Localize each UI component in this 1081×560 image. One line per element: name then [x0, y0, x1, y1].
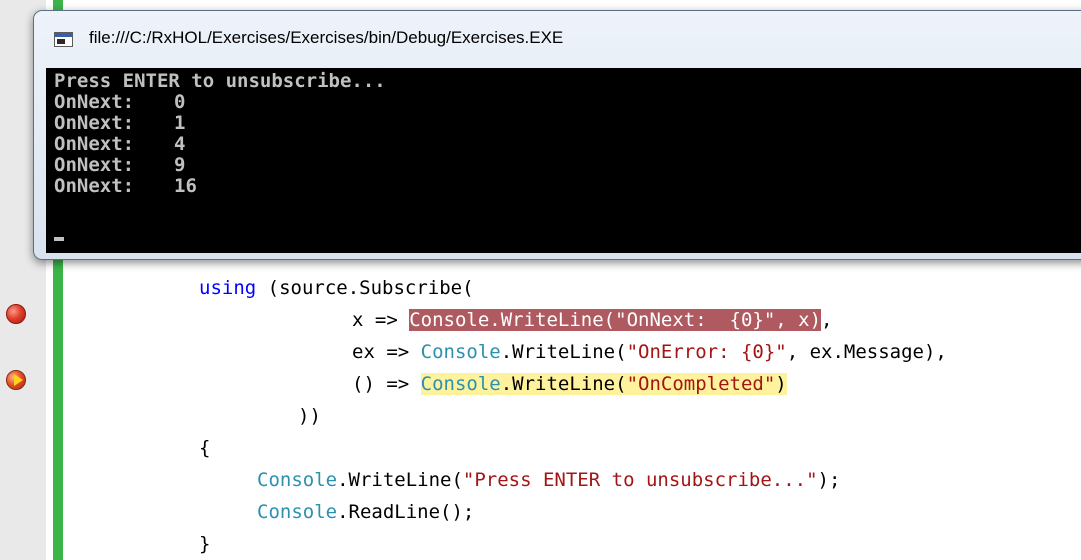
code-line[interactable]: Console.WriteLine("Press ENTER to unsubs…: [257, 464, 840, 496]
console-window-icon[interactable]: [54, 32, 73, 47]
current-statement-highlight: Console.WriteLine("OnCompleted"): [420, 373, 787, 395]
code-line[interactable]: {: [199, 432, 210, 464]
code-line[interactable]: Console.ReadLine();: [257, 496, 474, 528]
code-line[interactable]: )): [298, 400, 321, 432]
code-line[interactable]: () => Console.WriteLine("OnCompleted"): [352, 368, 787, 400]
console-line: OnNext: 4: [54, 133, 186, 155]
window-title: file:///C:/RxHOL/Exercises/Exercises/bin…: [89, 28, 564, 47]
console-prompt: Press ENTER to unsubscribe...: [54, 70, 386, 92]
console-line: OnNext: 16: [54, 175, 197, 197]
console-window[interactable]: file:///C:/RxHOL/Exercises/Exercises/bin…: [33, 10, 1081, 260]
code-line[interactable]: x => Console.WriteLine("OnNext: {0}", x)…: [352, 304, 833, 336]
code-line[interactable]: }: [199, 528, 210, 560]
console-output[interactable]: Press ENTER to unsubscribe... OnNext: 0 O…: [46, 68, 1081, 253]
breakpoint-current-statement-icon[interactable]: [6, 370, 26, 390]
current-statement-arrow-icon: [14, 374, 23, 386]
breakpoint-highlight: Console.WriteLine("OnNext: {0}", x): [409, 309, 822, 331]
console-line: OnNext: 0: [54, 91, 186, 113]
code-line[interactable]: ex => Console.WriteLine("OnError: {0}", …: [352, 336, 947, 368]
code-line[interactable]: using (source.Subscribe(: [199, 272, 474, 304]
breakpoint-icon[interactable]: [6, 304, 26, 324]
console-line: OnNext: 1: [54, 112, 186, 134]
keyword-using: using: [199, 277, 257, 299]
console-line: OnNext: 9: [54, 154, 186, 176]
window-titlebar[interactable]: file:///C:/RxHOL/Exercises/Exercises/bin…: [34, 11, 1081, 69]
console-cursor: [54, 237, 64, 241]
